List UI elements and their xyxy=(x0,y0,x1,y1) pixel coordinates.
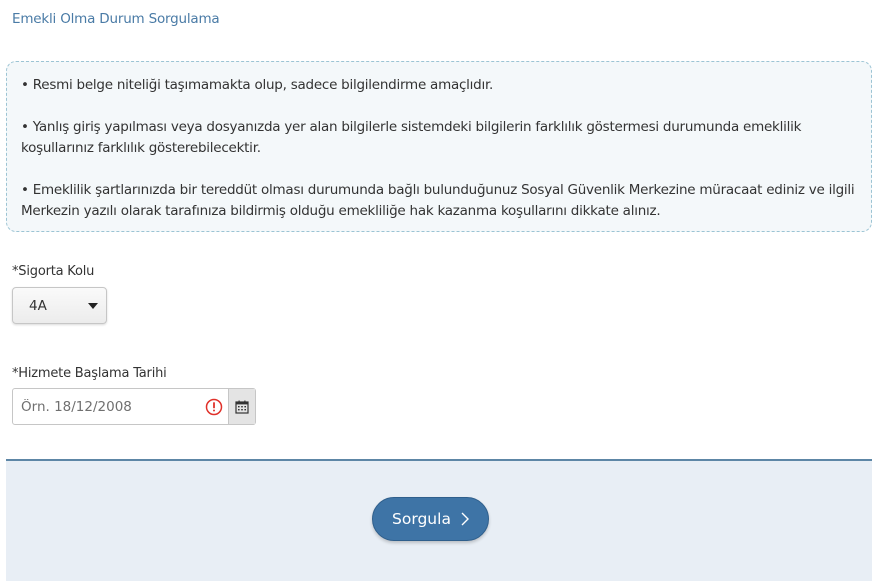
insurance-branch-value: 4A xyxy=(29,297,47,314)
page: Emekli Olma Durum Sorgulama • Resmi belg… xyxy=(0,0,881,581)
service-start-date-label: *Hizmete Başlama Tarihi xyxy=(12,366,167,381)
chevron-right-icon xyxy=(461,512,469,526)
insurance-branch-label: *Sigorta Kolu xyxy=(12,264,95,279)
calendar-icon xyxy=(235,400,249,414)
page-title: Emekli Olma Durum Sorgulama xyxy=(12,11,220,27)
submit-button[interactable]: Sorgula xyxy=(372,497,489,541)
info-bullet: • Yanlış giriş yapılması veya dosyanızda… xyxy=(21,119,802,156)
service-start-date-input[interactable] xyxy=(13,389,200,424)
caret-down-icon xyxy=(88,302,98,309)
submit-button-label: Sorgula xyxy=(392,510,451,528)
info-bullet: • Resmi belge niteliği taşımamakta olup,… xyxy=(21,77,494,93)
info-bullet: • Emeklilik şartlarınızda bir tereddüt o… xyxy=(21,182,855,219)
exclamation-circle-icon xyxy=(200,389,228,424)
insurance-branch-select[interactable]: 4A xyxy=(12,287,107,324)
calendar-button[interactable] xyxy=(228,389,255,424)
form-footer: Sorgula xyxy=(6,459,872,581)
info-box: • Resmi belge niteliği taşımamakta olup,… xyxy=(6,61,872,232)
service-start-date-field xyxy=(12,388,256,425)
